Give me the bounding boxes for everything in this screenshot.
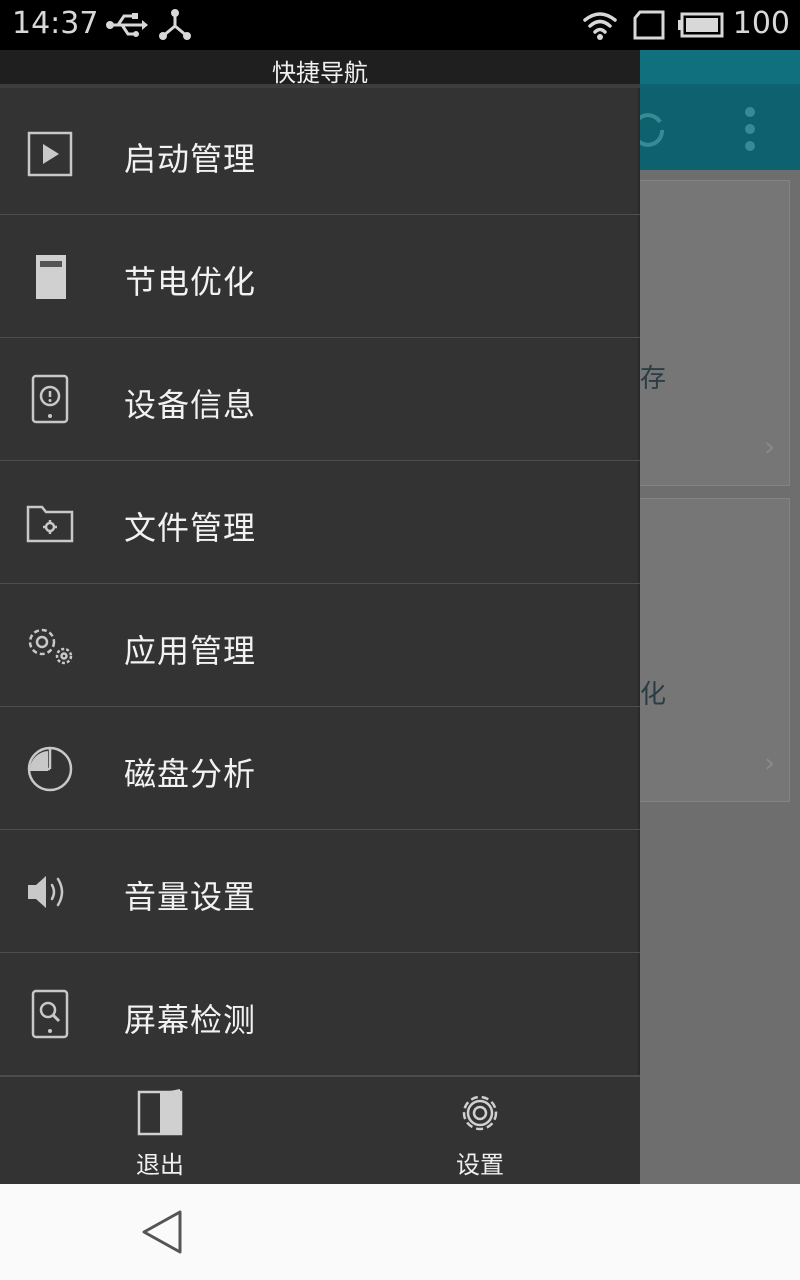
menu-item-label: 文件管理 <box>124 509 257 547</box>
folder-icon <box>22 497 78 549</box>
speaker-icon <box>22 866 78 918</box>
menu-item-label: 屏幕检测 <box>124 1001 257 1039</box>
menu-item-device-info[interactable]: 设备信息 <box>0 338 640 461</box>
battery-icon <box>678 12 724 42</box>
gears-icon <box>22 620 78 672</box>
battery-level: 100 <box>732 6 790 41</box>
menu-item-power-saving[interactable]: 节电优化 <box>0 215 640 338</box>
gear-icon <box>456 1089 504 1137</box>
menu-item-label: 节电优化 <box>124 263 257 301</box>
bg-card-memory-chevron: › <box>764 430 776 463</box>
back-icon[interactable] <box>140 1208 186 1256</box>
menu-item-volume-settings[interactable]: 音量设置 <box>0 830 640 953</box>
menu-item-app-manager[interactable]: 应用管理 <box>0 584 640 707</box>
menu-item-label: 设备信息 <box>124 386 257 424</box>
device-info-icon <box>22 374 78 426</box>
menu-item-label: 磁盘分析 <box>124 755 257 793</box>
menu-item-startup-manager[interactable]: 启动管理 <box>0 92 640 215</box>
exit-button[interactable]: 退出 <box>100 1089 220 1179</box>
more-options-icon[interactable] <box>740 106 760 156</box>
pie-chart-icon <box>22 743 78 795</box>
bg-card-memory-text: 存 <box>640 364 667 394</box>
exit-label: 退出 <box>136 1151 184 1179</box>
menu-item-screen-test[interactable]: 屏幕检测 <box>0 953 640 1076</box>
menu-item-label: 应用管理 <box>124 632 257 670</box>
sim-icon <box>632 10 666 44</box>
status-time: 14:37 <box>12 6 99 41</box>
menu-item-label: 音量设置 <box>124 878 257 916</box>
settings-button[interactable]: 设置 <box>420 1089 540 1179</box>
menu-item-disk-analysis[interactable]: 磁盘分析 <box>0 707 640 830</box>
drawer-header: 快捷导航 <box>0 50 640 88</box>
bg-card-optimize-chevron: › <box>764 746 776 779</box>
menu-item-label: 启动管理 <box>124 140 257 178</box>
wifi-icon <box>582 10 618 44</box>
bg-card-optimize-text: 化 <box>640 680 667 710</box>
screen-search-icon <box>22 989 78 1041</box>
status-bar: 14:37 100 <box>0 0 800 50</box>
play-icon <box>22 128 78 180</box>
battery-icon <box>22 251 78 303</box>
debug-icon <box>158 8 192 46</box>
drawer-footer: 退出 设置 <box>0 1076 640 1184</box>
menu-item-file-manager[interactable]: 文件管理 <box>0 461 640 584</box>
drawer-title: 快捷导航 <box>272 59 368 87</box>
navigation-drawer: 快捷导航 启动管理 节电优化 设备信息 文件管理 应用管理 磁盘分析 音量设置 … <box>0 50 640 1184</box>
system-nav-bar <box>0 1184 800 1280</box>
usb-icon <box>106 10 148 44</box>
exit-door-icon <box>136 1089 184 1137</box>
settings-label: 设置 <box>456 1151 504 1179</box>
drawer-menu: 启动管理 节电优化 设备信息 文件管理 应用管理 磁盘分析 音量设置 屏幕检测 <box>0 92 640 1076</box>
